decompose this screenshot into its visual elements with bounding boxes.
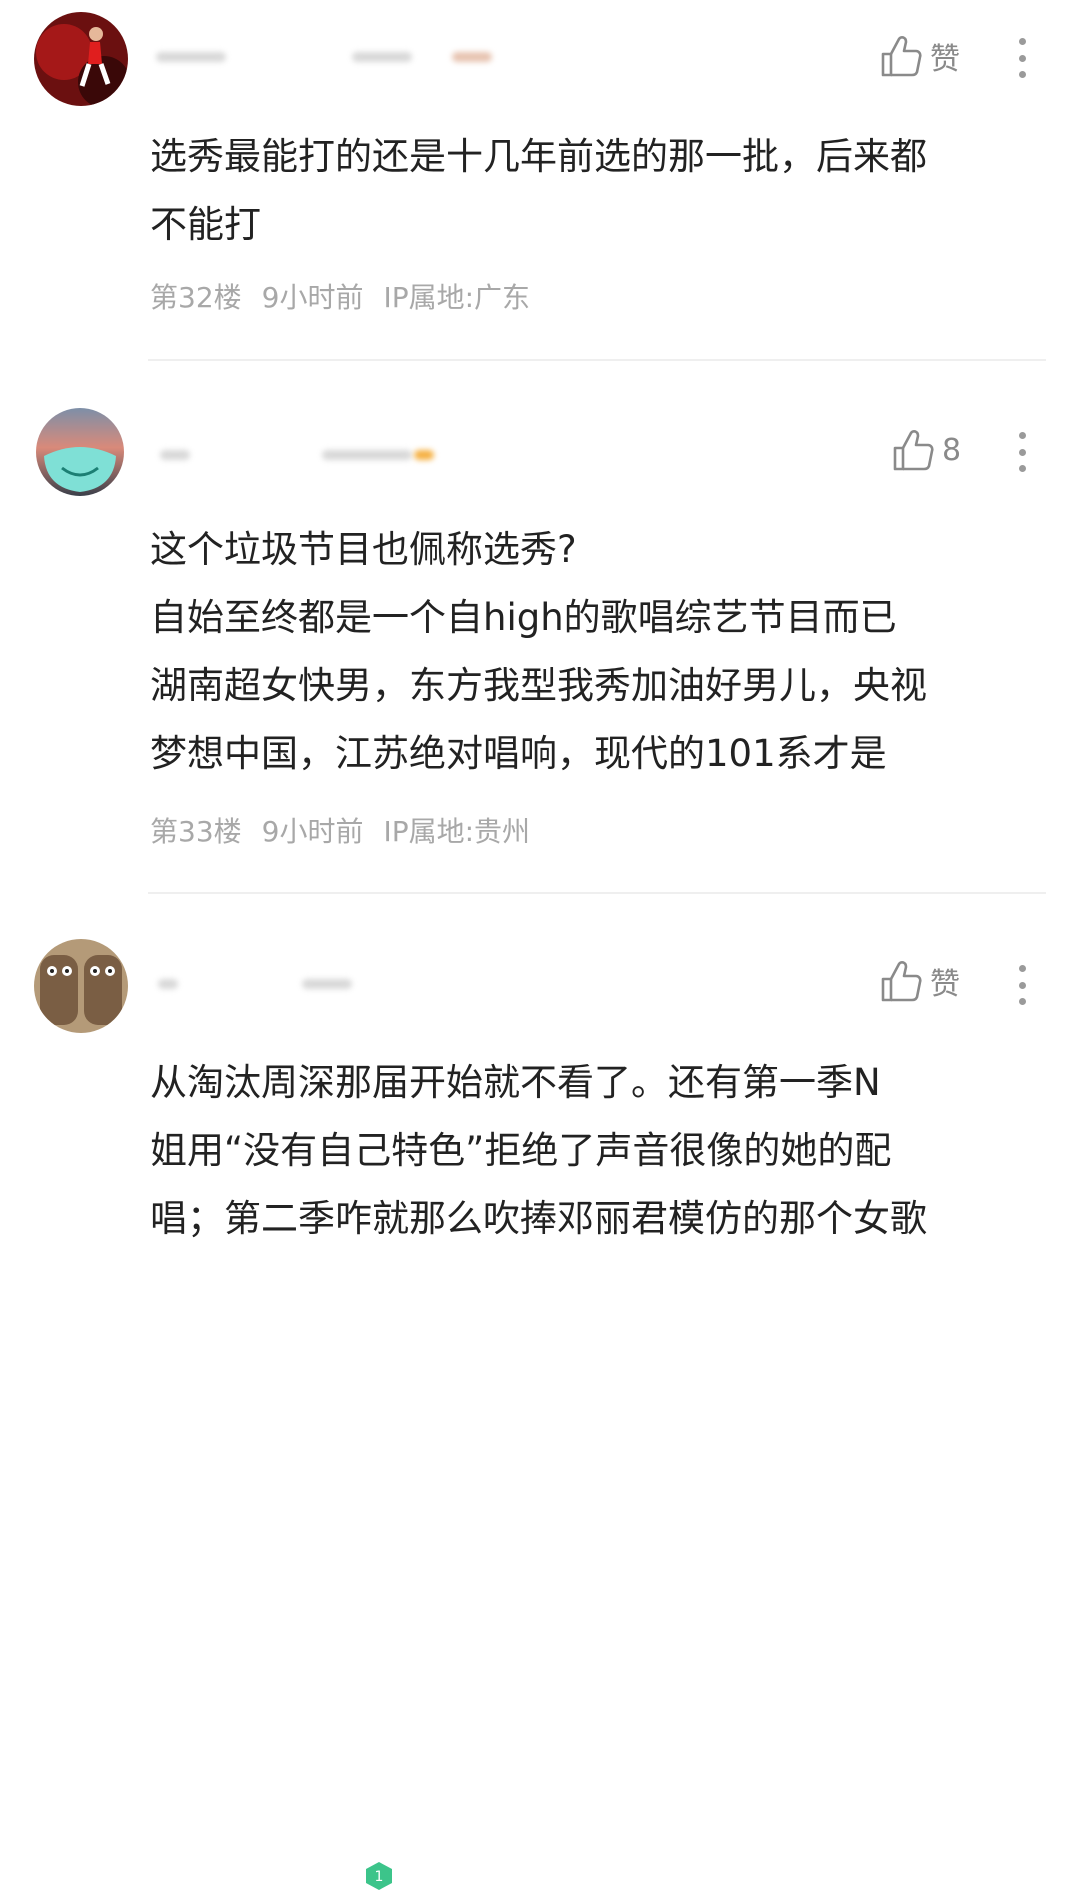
divider (148, 892, 1046, 894)
comment-text: 从淘汰周深那届开始就不看了。还有第一季N 姐用“没有自己特色”拒绝了声音很像的她… (150, 1061, 927, 1240)
more-vertical-icon (1018, 38, 1026, 45)
comment-item: 赞 选秀最能打的还是十几年前选的那一批，后来都 不能打 第32楼 9小时前 IP… (0, 0, 1080, 362)
floor-number: 第32楼 (150, 281, 242, 314)
username[interactable] (152, 38, 512, 78)
more-vertical-icon (1018, 432, 1026, 439)
thumbs-up-icon (881, 961, 922, 1002)
avatar[interactable] (34, 939, 128, 1033)
username[interactable] (152, 436, 512, 476)
thumbs-up-icon (893, 430, 934, 471)
like-label: 赞 (930, 967, 960, 1002)
timestamp: 9小时前 (261, 815, 364, 848)
avatar[interactable] (34, 12, 128, 106)
username[interactable] (152, 965, 512, 1005)
comment-meta: 第32楼 9小时前 IP属地:广东 (150, 276, 530, 316)
comment-item: 8 这个垃圾节目也佩称选秀? 自始至终都是一个自high的歌唱综艺节目而已 湖南… (0, 362, 1080, 895)
comment-text: 这个垃圾节目也佩称选秀? 自始至终都是一个自high的歌唱综艺节目而已 湖南超女… (150, 528, 927, 775)
svg-text:1: 1 (375, 1869, 384, 1885)
comment-text: 选秀最能打的还是十几年前选的那一批，后来都 不能打 (150, 135, 927, 246)
like-button[interactable]: 赞 (880, 34, 960, 78)
like-button[interactable]: 8 (892, 428, 961, 472)
more-options-button[interactable] (1008, 36, 1036, 80)
more-options-button[interactable] (1008, 963, 1036, 1007)
like-count: 8 (942, 432, 962, 468)
floor-number: 第33楼 (150, 815, 242, 848)
like-label: 赞 (930, 42, 960, 77)
level-badge-icon: 1 (366, 1862, 392, 1890)
more-options-button[interactable] (1008, 430, 1036, 474)
thumbs-up-icon (881, 36, 922, 77)
ip-location: IP属地:贵州 (383, 815, 531, 848)
avatar[interactable] (36, 408, 124, 496)
comment-meta: 第33楼 9小时前 IP属地:贵州 (150, 810, 530, 850)
comment-item: 1 赞 从淘汰周深那届开始就不看了。还有第一季N 姐用“没有自己特色”拒绝了声音… (0, 895, 1080, 1890)
ip-location: IP属地:广东 (383, 281, 531, 314)
divider (148, 359, 1046, 361)
like-button[interactable]: 赞 (880, 959, 960, 1003)
timestamp: 9小时前 (261, 281, 364, 314)
more-vertical-icon (1018, 965, 1026, 972)
